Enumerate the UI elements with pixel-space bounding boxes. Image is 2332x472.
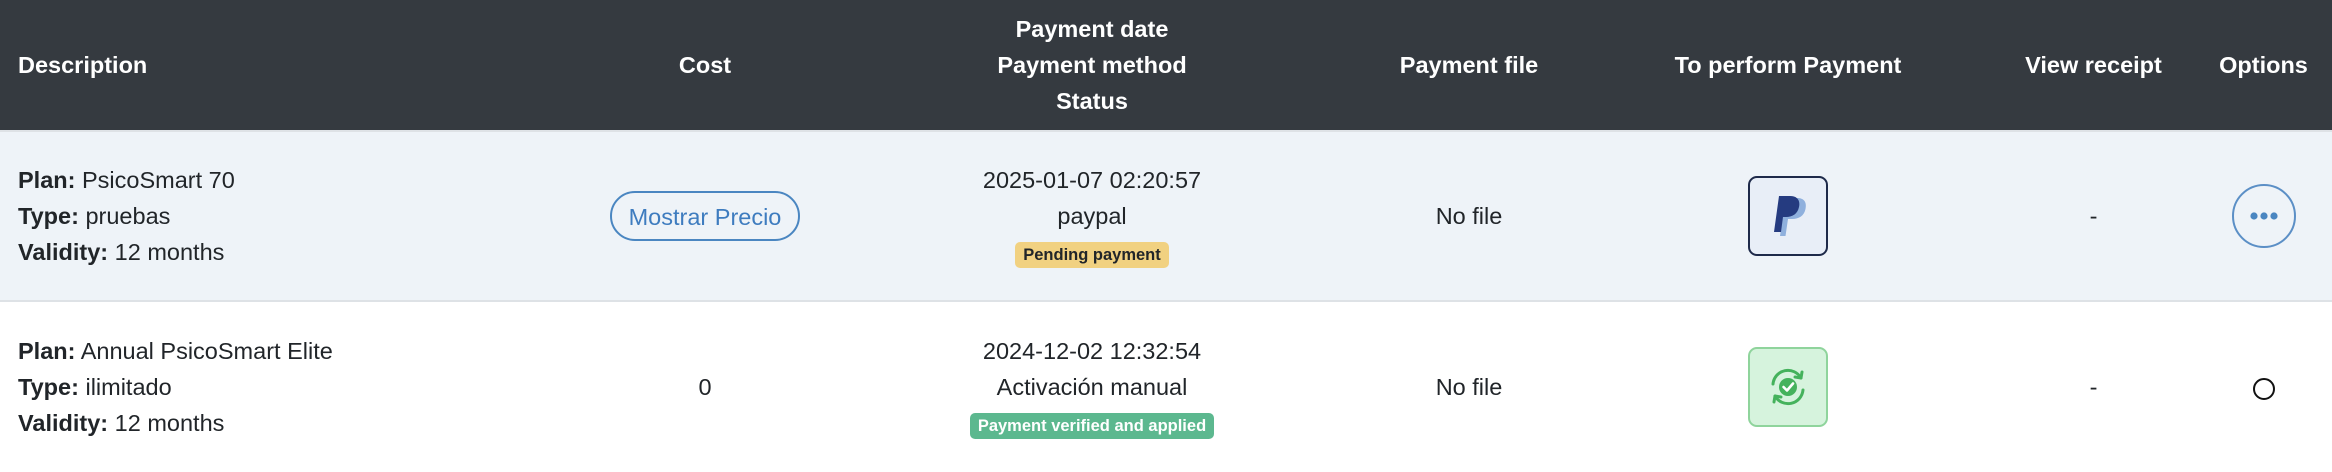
payment-date: 2024-12-02 12:32:54 [982, 338, 1202, 364]
header-status: Status [1056, 88, 1128, 114]
payments-table: Description Cost Payment date Payment me… [0, 0, 2332, 472]
validity-value: 12 months [114, 239, 225, 265]
paypal-icon [1774, 196, 1806, 236]
perform-payment-cell [1584, 301, 1992, 472]
cost-cell: 0 [698, 374, 712, 400]
table-row: Plan: PsicoSmart 70 Type: pruebas Validi… [0, 131, 2332, 301]
header-options: Options [2219, 52, 2308, 78]
payment-method: paypal [1057, 203, 1127, 229]
type-line: Type: ilimitado [18, 369, 562, 405]
payment-file-cell: No file [1435, 374, 1503, 400]
perform-payment-cell [1584, 131, 1992, 301]
sync-check-icon [1771, 368, 1805, 406]
header-description: Description [18, 52, 148, 78]
validity-line: Validity: 12 months [18, 405, 562, 441]
type-value: ilimitado [85, 374, 172, 400]
description-cell: Plan: PsicoSmart 70 Type: pruebas Validi… [0, 131, 580, 301]
header-payment-info: Payment date Payment method Status [830, 0, 1354, 131]
validity-value: 12 months [114, 410, 225, 436]
plan-value: PsicoSmart 70 [82, 167, 235, 193]
status-badge: Payment verified and applied [969, 413, 1215, 439]
header-cost: Cost [678, 52, 732, 78]
type-label: Type: [18, 374, 79, 400]
type-label: Type: [18, 203, 79, 229]
options-cell [2195, 301, 2332, 472]
header-to-perform-payment: To perform Payment [1674, 52, 1902, 78]
header-payment-method: Payment method [997, 52, 1187, 78]
description-cell: Plan: Annual PsicoSmart Elite Type: ilim… [0, 301, 580, 472]
cost-cell: Mostrar Precio [580, 131, 830, 301]
plan-line: Plan: PsicoSmart 70 [18, 162, 562, 198]
status-badge: Pending payment [1015, 242, 1169, 268]
validity-label: Validity: [18, 239, 109, 265]
plan-label: Plan: [18, 167, 76, 193]
header-view-receipt: View receipt [2025, 52, 2162, 78]
options-button[interactable] [2231, 184, 2296, 248]
payment-info-cell: 2024-12-02 12:32:54 Activación manual Pa… [830, 301, 1354, 472]
plan-label: Plan: [18, 338, 76, 364]
view-receipt-cell: - [2089, 374, 2098, 400]
table-row: Plan: Annual PsicoSmart Elite Type: ilim… [0, 301, 2332, 472]
validity-label: Validity: [18, 410, 109, 436]
type-line: Type: pruebas [18, 198, 562, 234]
table-header: Description Cost Payment date Payment me… [0, 0, 2332, 131]
payment-method: Activación manual [996, 374, 1188, 400]
validity-line: Validity: 12 months [18, 234, 562, 270]
header-payment-date: Payment date [1015, 16, 1169, 42]
options-cell [2195, 131, 2332, 301]
more-horizontal-icon [2249, 212, 2278, 220]
radio-icon[interactable] [2252, 377, 2275, 400]
payment-info-cell: 2025-01-07 02:20:57 paypal Pending payme… [830, 131, 1354, 301]
payment-date: 2025-01-07 02:20:57 [982, 167, 1202, 193]
payment-file-cell: No file [1435, 203, 1503, 229]
header-payment-file: Payment file [1399, 52, 1539, 78]
plan-line: Plan: Annual PsicoSmart Elite [18, 333, 562, 369]
manual-activation-button[interactable] [1748, 347, 1828, 427]
show-price-button[interactable]: Mostrar Precio [609, 191, 801, 241]
header-row: Description Cost Payment date Payment me… [0, 0, 2332, 131]
view-receipt-cell: - [2089, 203, 2098, 229]
plan-value: Annual PsicoSmart Elite [80, 338, 333, 364]
paypal-pay-button[interactable] [1748, 176, 1828, 256]
type-value: pruebas [85, 203, 171, 229]
